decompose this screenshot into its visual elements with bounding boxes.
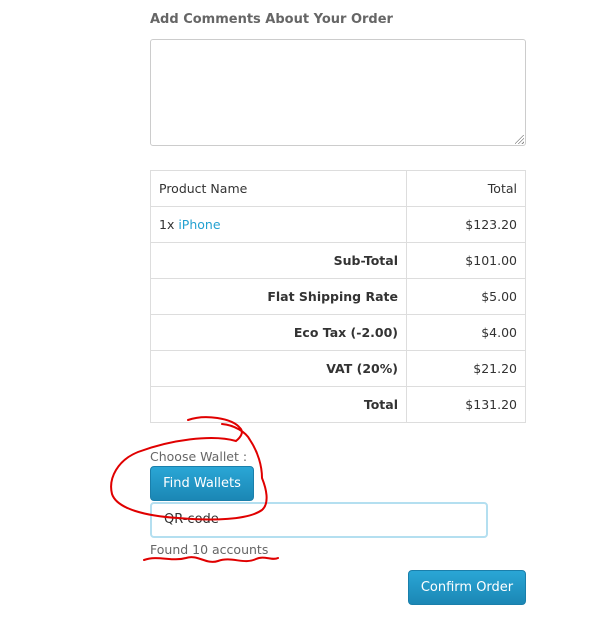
product-price: $123.20 [406,206,526,243]
find-wallets-button[interactable]: Find Wallets [150,466,254,501]
confirm-order-button[interactable]: Confirm Order [408,570,526,605]
underline-annotation [143,556,279,563]
table-row: Flat Shipping Rate $5.00 [150,278,526,315]
eco-tax-label: Eco Tax (-2.00) [150,314,407,351]
resize-grip-icon[interactable] [515,135,524,144]
table-row: VAT (20%) $21.20 [150,350,526,387]
product-name-header: Product Name [150,170,407,207]
product-link[interactable]: iPhone [178,217,220,232]
vat-label: VAT (20%) [150,350,407,387]
order-summary-table: Product Name Total 1x iPhone $123.20 Sub… [150,170,526,423]
subtotal-label: Sub-Total [150,242,407,279]
subtotal-value: $101.00 [406,242,526,279]
comments-title: Add Comments About Your Order [150,12,393,27]
table-row: Total $131.20 [150,386,526,423]
table-row: Eco Tax (-2.00) $4.00 [150,314,526,351]
total-header: Total [406,170,526,207]
shipping-label: Flat Shipping Rate [150,278,407,315]
comments-textarea[interactable] [150,39,526,146]
table-header-row: Product Name Total [150,170,526,207]
eco-tax-value: $4.00 [406,314,526,351]
wallet-input[interactable]: QR-code [150,502,488,538]
found-accounts-text: Found 10 accounts [150,542,269,557]
product-qty: 1x [159,217,179,232]
table-row: Sub-Total $101.00 [150,242,526,279]
total-value: $131.20 [406,386,526,423]
total-label: Total [150,386,407,423]
shipping-value: $5.00 [406,278,526,315]
choose-wallet-label: Choose Wallet : [150,449,248,464]
vat-value: $21.20 [406,350,526,387]
table-row: 1x iPhone $123.20 [150,206,526,243]
product-cell: 1x iPhone [150,206,407,243]
